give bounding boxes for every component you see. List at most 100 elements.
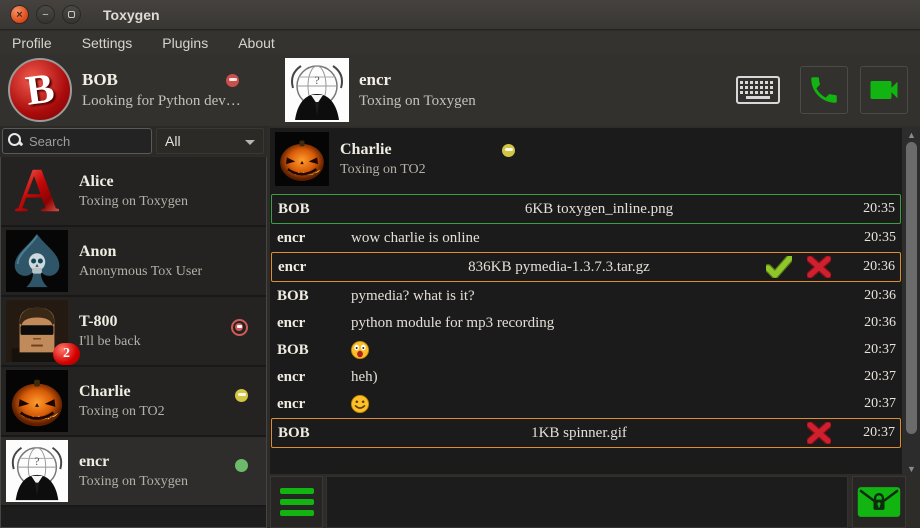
audio-call-button[interactable] (800, 66, 848, 114)
cross-icon (807, 256, 831, 278)
hamburger-icon (280, 488, 314, 494)
contact-name: encr (79, 453, 188, 471)
minimize-button[interactable]: − (36, 5, 55, 24)
self-status-message: Looking for Python dev… (82, 93, 241, 110)
self-profile[interactable]: B BOB Looking for Python dev… (0, 54, 267, 126)
conversation-header: ? encr Toxing on Toxygen (267, 54, 920, 126)
search-row: All (0, 126, 267, 156)
self-avatar[interactable]: B (8, 58, 72, 122)
chat-peer-avatar (274, 131, 330, 187)
unread-badge: 2 (53, 343, 80, 365)
message-sender: BOB (271, 288, 351, 305)
keyboard-icon[interactable] (736, 76, 780, 104)
message-row: encr heh) 20:37 (271, 364, 901, 390)
message-time: 20:35 (846, 201, 900, 217)
contact-status-message: Toxing on Toxygen (79, 194, 188, 210)
contact-list: A Alice Toxing on Toxygen Anon Anonymous… (0, 157, 267, 528)
message-emoji (351, 395, 847, 414)
titlebar: × − Toxygen (0, 0, 920, 30)
window-title: Toxygen (103, 7, 160, 23)
smiling-face-emoji-icon (351, 395, 369, 413)
message-text: pymedia? what is it? (351, 288, 847, 305)
contact-status-message: Toxing on Toxygen (79, 474, 188, 490)
cross-icon (807, 422, 831, 444)
status-away-icon (235, 389, 248, 402)
message-file-transfer[interactable]: BOB 1KB spinner.gif 20:37 (271, 418, 901, 448)
contact-status-message: I'll be back (79, 334, 141, 350)
chat-peer-away-icon (502, 144, 515, 157)
charlie-avatar (5, 369, 69, 433)
contact-name: Anon (79, 243, 202, 261)
header: B BOB Looking for Python dev… ? encr Tox… (0, 54, 920, 126)
menu-profile[interactable]: Profile (12, 35, 52, 51)
message-input[interactable] (326, 476, 848, 528)
scroll-up-icon[interactable]: ▲ (904, 128, 919, 141)
message-time: 20:36 (847, 315, 901, 331)
message-time: 20:35 (847, 230, 901, 246)
status-busy-new-messages-icon (231, 319, 248, 336)
chat-peer-info: Charlie Toxing on TO2 (270, 128, 902, 190)
encrypted-envelope-icon (857, 484, 901, 520)
video-call-button[interactable] (860, 66, 908, 114)
chat-peer-status-message: Toxing on TO2 (340, 162, 426, 178)
contact-name: Alice (79, 173, 188, 191)
svg-text:?: ? (34, 455, 39, 468)
peer-status-message: Toxing on Toxygen (359, 93, 476, 110)
accept-file-button[interactable] (766, 256, 792, 278)
video-camera-icon (866, 72, 902, 108)
message-row: BOB 20:37 (271, 337, 901, 363)
message-text: heh) (351, 369, 847, 386)
self-name: BOB (82, 70, 241, 90)
menu-plugins[interactable]: Plugins (162, 35, 208, 51)
message-text: wow charlie is online (351, 230, 847, 247)
contact-row-alice[interactable]: A Alice Toxing on Toxygen (1, 157, 266, 227)
peer-name: encr (359, 70, 476, 90)
message-sender: encr (271, 369, 351, 386)
contact-row-encr[interactable]: ? encr Toxing on Toxygen (1, 437, 266, 507)
composer (270, 476, 920, 528)
alice-avatar: A (5, 159, 69, 223)
contact-status-message: Anonymous Tox User (79, 264, 202, 280)
file-name-size: 6KB toxygen_inline.png (352, 201, 846, 218)
contact-filter-dropdown[interactable]: All (156, 128, 264, 154)
chat-scrollbar[interactable]: ▲ ▼ (904, 128, 919, 475)
menu-settings[interactable]: Settings (82, 35, 133, 51)
scroll-down-icon[interactable]: ▼ (904, 462, 919, 475)
contact-status-message: Toxing on TO2 (79, 404, 165, 420)
message-sender: encr (271, 315, 351, 332)
message-time: 20:37 (847, 396, 901, 412)
message-file-transfer[interactable]: BOB 6KB toxygen_inline.png 20:35 (271, 194, 901, 224)
phone-icon (807, 73, 841, 107)
send-button[interactable] (852, 476, 906, 528)
encr-avatar: ? (5, 439, 69, 503)
menubar: Profile Settings Plugins About (0, 31, 920, 54)
contact-name: T-800 (79, 313, 141, 331)
scrollbar-thumb[interactable] (906, 142, 917, 434)
message-time: 20:36 (846, 259, 900, 275)
t800-avatar: 2 (5, 299, 69, 363)
maximize-icon (68, 11, 75, 18)
search-input[interactable] (2, 128, 152, 154)
contact-row-anon[interactable]: Anon Anonymous Tox User (1, 227, 266, 297)
window-controls: × − (10, 5, 81, 24)
contact-row-charlie[interactable]: Charlie Toxing on TO2 (1, 367, 266, 437)
message-row: encr 20:37 (271, 391, 901, 417)
message-time: 20:37 (847, 369, 901, 385)
file-name-size: 836KB pymedia-1.3.7.3.tar.gz (352, 259, 766, 276)
attachment-menu-button[interactable] (270, 476, 323, 528)
message-emoji (351, 341, 847, 360)
chevron-down-icon (245, 140, 255, 145)
status-online-icon (235, 459, 248, 472)
self-status-busy-icon[interactable] (226, 74, 239, 87)
svg-text:?: ? (314, 73, 319, 87)
close-button[interactable]: × (10, 5, 29, 24)
decline-file-button[interactable] (806, 256, 832, 278)
file-name-size: 1KB spinner.gif (352, 425, 806, 442)
cancel-file-button[interactable] (806, 422, 832, 444)
message-sender: encr (271, 396, 351, 413)
contact-row-t800[interactable]: 2 T-800 I'll be back (1, 297, 266, 367)
maximize-button[interactable] (62, 5, 81, 24)
message-file-transfer[interactable]: encr 836KB pymedia-1.3.7.3.tar.gz 20:36 (271, 252, 901, 282)
menu-about[interactable]: About (238, 35, 275, 51)
message-row: encr python module for mp3 recording 20:… (271, 310, 901, 336)
